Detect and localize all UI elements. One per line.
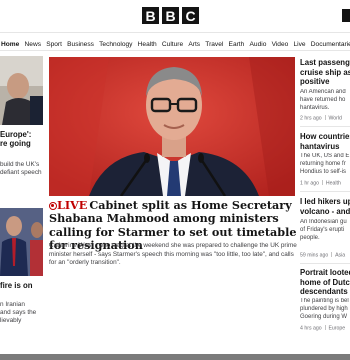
nav-item-video[interactable]: Video (272, 36, 289, 50)
right-story-3-headline-line: volcano - and t (300, 206, 350, 216)
summary-line: have returned ho (300, 96, 346, 103)
left-story-image-2[interactable] (0, 208, 43, 276)
left-story-2-headline[interactable]: fire is on (0, 281, 43, 291)
timestamp: 59 mins ago (300, 252, 329, 259)
nav-item-culture[interactable]: Culture (162, 36, 183, 50)
right-story-4-headline-line: home of Dutch (300, 277, 350, 287)
nav-item-business[interactable]: Business (67, 36, 94, 50)
right-story-4-summary: The painting is bel plundered by high Go… (300, 298, 350, 321)
left-story-summary: build the UK's (0, 161, 40, 168)
section-tag[interactable]: Europe (328, 326, 345, 332)
live-indicator-icon (49, 202, 57, 210)
section-tag[interactable]: Health (326, 181, 341, 187)
right-story-1-headline[interactable]: Last passenger cruise ship as t positive (300, 58, 350, 87)
section-tag[interactable]: Asia (335, 253, 345, 259)
timestamp: 2 hrs ago (300, 115, 322, 122)
timestamp: 4 hrs ago (300, 325, 322, 332)
divider (300, 126, 350, 127)
right-story-3-headline[interactable]: I led hikers up volcano - and t (300, 197, 350, 216)
divider (300, 263, 350, 264)
right-story-2-meta: 1 hr ago Health (300, 180, 350, 188)
main-summary: Catherine West - who said at the weekend… (49, 242, 297, 267)
meta-divider (324, 325, 326, 330)
left-story-2-summary-3: lievably (0, 317, 22, 324)
account-button[interactable] (342, 9, 350, 22)
window-bottom-edge (0, 354, 350, 360)
nav-item-audio[interactable]: Audio (250, 36, 267, 50)
section-tag[interactable]: World (328, 116, 341, 122)
divider (300, 191, 350, 192)
summary-line: people. (300, 234, 320, 241)
nav-item-documentaries[interactable]: Documentaries (311, 36, 350, 50)
right-story-4-headline[interactable]: Portrait looted home of Dutch descendant… (300, 268, 350, 297)
nav-item-travel[interactable]: Travel (205, 36, 223, 50)
timestamp: 1 hr ago (300, 180, 320, 187)
nav-item-technology[interactable]: Technology (99, 36, 132, 50)
right-story-4-headline-line: descendants (300, 287, 348, 296)
right-story-1-headline-line: Last passenger (300, 58, 350, 67)
right-story-1-summary: An American and have returned ho hantavi… (300, 89, 350, 112)
bbc-logo[interactable]: B B C (142, 7, 199, 24)
summary-line: The UK, US and E (300, 153, 350, 159)
logo-block-b1: B (142, 7, 159, 24)
nav-item-arts[interactable]: Arts (188, 36, 200, 50)
summary-line: An Indonesian gu (300, 219, 347, 225)
right-story-3-summary: An Indonesian gu of Friday's erupti peop… (300, 219, 350, 242)
left-story-image[interactable] (0, 56, 43, 125)
nav-item-health[interactable]: Health (138, 36, 157, 50)
nav-item-sport[interactable]: Sport (46, 36, 62, 50)
nav-item-earth[interactable]: Earth (229, 36, 245, 50)
left-story-headline-2[interactable]: re going (0, 139, 43, 149)
right-story-2-headline-line: hantavirus (300, 141, 340, 151)
summary-line: Goering during W (300, 313, 348, 320)
main-navigation: Home News Sport Business Technology Health Cul… (0, 32, 350, 51)
summary-line: hantavirus. (300, 104, 330, 111)
right-story-4-meta: 4 hrs ago Europe (300, 325, 350, 333)
right-story-4-headline-line: Portrait looted (300, 268, 350, 277)
top-bar: B B C (0, 0, 350, 32)
nav-item-home[interactable]: Home (1, 38, 19, 50)
summary-line: Hondius to self-is (300, 168, 347, 175)
nav-item-live[interactable]: Live (294, 36, 306, 50)
left-story-2-summary: n Iranian (0, 301, 25, 308)
right-story-1-meta: 2 hrs ago World (300, 115, 350, 123)
logo-block-c: C (182, 7, 199, 24)
summary-line: plundered by high (300, 305, 348, 312)
hero-image[interactable] (49, 57, 295, 196)
nav-item-news[interactable]: News (25, 36, 42, 50)
summary-line: An American and (300, 89, 346, 95)
left-story-2-summary-2: and says the (0, 309, 37, 316)
right-story-2-summary: The UK, US and E returning home fr Hondi… (300, 153, 350, 176)
right-story-2-headline[interactable]: How countries hantavirus (300, 132, 350, 151)
right-story-3-meta: 59 mins ago Asia (300, 252, 350, 260)
summary-line: returning home fr (300, 160, 346, 167)
right-story-1-headline-line: cruise ship as t (300, 67, 350, 77)
right-story-1-headline-line: positive (300, 77, 330, 86)
summary-line: The painting is bel (300, 298, 349, 304)
summary-line: of Friday's erupti (300, 226, 345, 233)
meta-divider (331, 252, 333, 257)
logo-block-b2: B (162, 7, 179, 24)
right-story-3-headline-line: I led hikers up (300, 197, 350, 206)
live-label: LIVE (57, 198, 88, 212)
meta-divider (322, 180, 323, 185)
left-story-summary-2: defiant speech (0, 169, 42, 176)
meta-divider (324, 115, 326, 120)
right-story-2-headline-line: How countries (300, 132, 350, 141)
